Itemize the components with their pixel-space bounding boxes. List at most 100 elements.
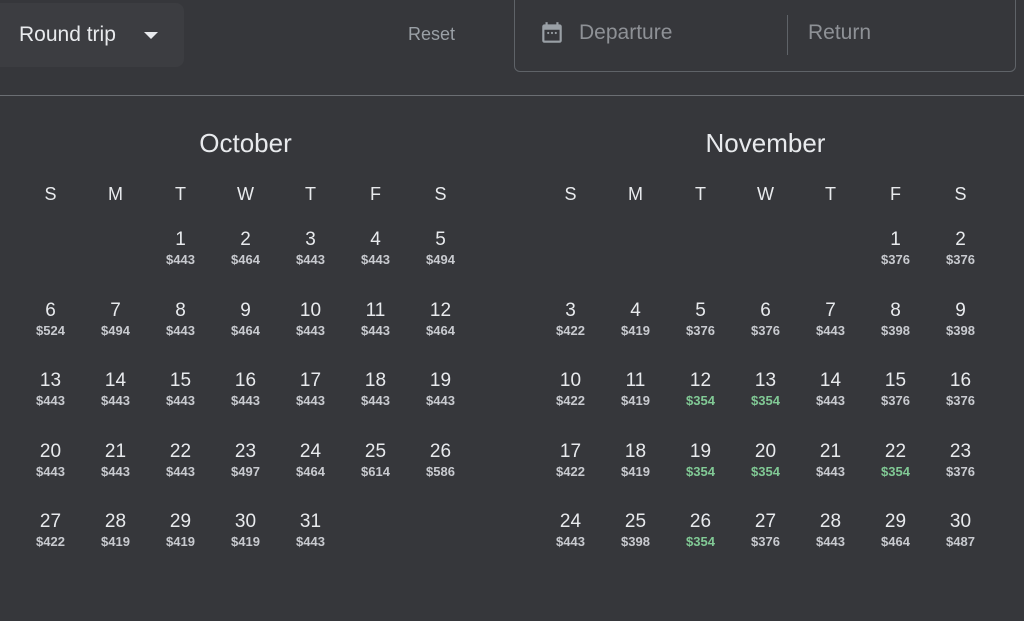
day-cell[interactable]: 9 $398 [928, 300, 993, 371]
day-cell[interactable]: 19 $443 [408, 370, 473, 441]
day-cell[interactable]: 14 $443 [83, 370, 148, 441]
day-number: 30 [949, 511, 972, 532]
day-price: $443 [816, 463, 845, 479]
day-cell[interactable]: 10 $443 [278, 300, 343, 371]
day-price: $443 [361, 393, 390, 408]
day-price: $443 [426, 393, 455, 408]
day-cell[interactable]: 11 $443 [343, 300, 408, 371]
day-cell[interactable]: 31 $443 [278, 511, 343, 582]
day-cell[interactable]: 24 $443 [538, 511, 603, 582]
day-number: 2 [955, 229, 966, 250]
day-number: 4 [630, 299, 641, 321]
day-cell[interactable]: 25 $398 [603, 511, 668, 582]
day-cell[interactable]: 13 $443 [18, 370, 83, 441]
day-cell[interactable]: 6 $376 [733, 300, 798, 371]
day-cell[interactable]: 23 $497 [213, 441, 278, 512]
day-number: 15 [169, 370, 192, 391]
day-cell[interactable]: 29 $464 [863, 511, 928, 582]
day-cell[interactable]: 24 $464 [278, 441, 343, 512]
day-price: $376 [881, 252, 910, 267]
day-cell[interactable]: 4 $443 [343, 229, 408, 300]
day-cell[interactable]: 2 $464 [213, 229, 278, 300]
day-cell[interactable]: 21 $443 [798, 441, 863, 512]
day-cell[interactable]: 23 $376 [928, 441, 993, 512]
empty-cell [538, 229, 603, 300]
day-number: 18 [364, 370, 387, 391]
day-cell[interactable]: 28 $443 [798, 511, 863, 582]
day-cell[interactable]: 16 $443 [213, 370, 278, 441]
day-cell[interactable]: 17 $443 [278, 370, 343, 441]
day-cell[interactable]: 17 $422 [538, 441, 603, 512]
day-cell[interactable]: 2 $376 [928, 229, 993, 300]
day-cell[interactable]: 10 $422 [538, 370, 603, 441]
day-cell[interactable]: 8 $443 [148, 300, 213, 371]
day-number: 5 [695, 299, 706, 321]
day-cell[interactable]: 18 $443 [343, 370, 408, 441]
day-cell[interactable]: 19 $354 [668, 441, 733, 512]
day-price: $524 [36, 322, 65, 338]
day-cell[interactable]: 30 $487 [928, 511, 993, 582]
trip-type-label: Round trip [19, 23, 116, 46]
day-cell[interactable]: 7 $443 [798, 300, 863, 371]
day-cell[interactable]: 3 $422 [538, 300, 603, 371]
day-cell[interactable]: 13 $354 [733, 370, 798, 441]
day-cell[interactable]: 6 $524 [18, 300, 83, 371]
departure-input[interactable]: Departure [579, 21, 672, 45]
day-cell[interactable]: 11 $419 [603, 370, 668, 441]
day-cell[interactable]: 3 $443 [278, 229, 343, 300]
day-cell[interactable]: 8 $398 [863, 300, 928, 371]
day-cell[interactable]: 14 $443 [798, 370, 863, 441]
day-number: 1 [175, 229, 186, 250]
day-cell[interactable]: 4 $419 [603, 300, 668, 371]
trip-type-dropdown[interactable]: Round trip [0, 3, 184, 67]
day-price: $443 [296, 252, 325, 267]
day-cell[interactable]: 12 $354 [668, 370, 733, 441]
weekday-label: T [175, 184, 186, 204]
day-cell[interactable]: 12 $464 [408, 300, 473, 371]
day-number: 11 [365, 299, 386, 321]
day-cell[interactable]: 18 $419 [603, 441, 668, 512]
day-cell[interactable]: 20 $354 [733, 441, 798, 512]
day-cell[interactable]: 1 $443 [148, 229, 213, 300]
day-price-low: $354 [751, 393, 780, 408]
day-cell[interactable]: 5 $376 [668, 300, 733, 371]
day-cell[interactable]: 22 $443 [148, 441, 213, 512]
day-cell[interactable]: 26 $586 [408, 441, 473, 512]
reset-button[interactable]: Reset [400, 22, 463, 47]
day-cell[interactable]: 28 $419 [83, 511, 148, 582]
caret-down-icon [143, 31, 158, 39]
day-cell[interactable]: 27 $422 [18, 511, 83, 582]
day-cell[interactable]: 25 $614 [343, 441, 408, 512]
day-price: $443 [166, 463, 195, 479]
day-cell[interactable]: 21 $443 [83, 441, 148, 512]
day-cell[interactable]: 15 $376 [863, 370, 928, 441]
day-grid: 1 $443 2 $464 3 $443 4 $443 5 $494 6 $524 7 $494 8 $443… [18, 229, 473, 582]
empty-cell [733, 229, 798, 300]
day-cell[interactable]: 27 $376 [733, 511, 798, 582]
day-number: 20 [754, 440, 777, 462]
day-cell[interactable]: 1 $376 [863, 229, 928, 300]
day-cell[interactable]: 29 $419 [148, 511, 213, 582]
day-number: 7 [110, 299, 121, 321]
day-price: $497 [231, 463, 260, 479]
day-price: $398 [881, 322, 910, 338]
day-number: 14 [104, 370, 127, 391]
return-input[interactable]: Return [808, 21, 871, 45]
weekday-label: W [237, 184, 254, 204]
day-cell[interactable]: 16 $376 [928, 370, 993, 441]
empty-cell [798, 229, 863, 300]
day-cell[interactable]: 7 $494 [83, 300, 148, 371]
day-number: 18 [624, 440, 647, 462]
day-number: 15 [884, 370, 907, 391]
day-cell[interactable]: 30 $419 [213, 511, 278, 582]
day-price: $422 [556, 393, 585, 408]
day-cell[interactable]: 22 $354 [863, 441, 928, 512]
day-cell[interactable]: 9 $464 [213, 300, 278, 371]
day-cell[interactable]: 5 $494 [408, 229, 473, 300]
empty-cell [83, 229, 148, 300]
day-number: 17 [559, 440, 582, 462]
day-cell[interactable]: 26 $354 [668, 511, 733, 582]
day-cell[interactable]: 15 $443 [148, 370, 213, 441]
day-price: $614 [361, 463, 390, 479]
day-cell[interactable]: 20 $443 [18, 441, 83, 512]
